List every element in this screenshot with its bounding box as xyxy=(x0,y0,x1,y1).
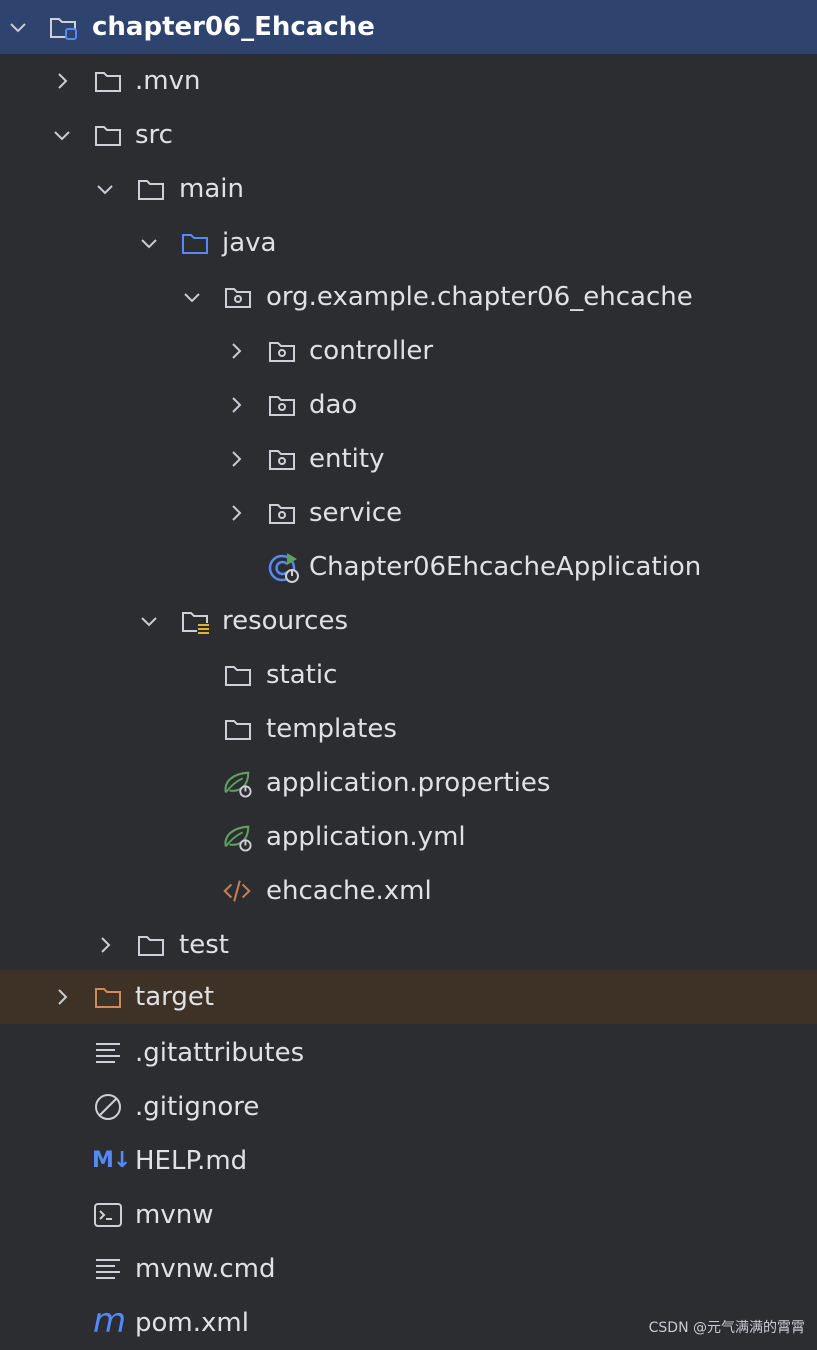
folder-icon xyxy=(138,936,164,956)
package-icon xyxy=(269,396,295,416)
tree-item-label: mvnw.cmd xyxy=(135,1254,276,1284)
tree-item-label: controller xyxy=(309,336,434,366)
chevron-down-icon[interactable] xyxy=(52,125,72,145)
text-file-icon xyxy=(96,1259,120,1279)
tree-item-static[interactable]: static xyxy=(0,648,817,702)
tree-item-label: .gitignore xyxy=(135,1092,260,1122)
tree-item-application-properties[interactable]: application.properties xyxy=(0,756,817,810)
tree-item-java[interactable]: java xyxy=(0,216,817,270)
excluded-folder-icon xyxy=(95,988,121,1008)
spring-config-icon xyxy=(224,825,252,852)
tree-item-package-root[interactable]: org.example.chapter06_ehcache xyxy=(0,270,817,324)
tree-item-label: HELP.md xyxy=(135,1146,248,1176)
tree-item-dao[interactable]: dao xyxy=(0,378,817,432)
folder-icon xyxy=(95,126,121,146)
tree-item-label: pom.xml xyxy=(135,1308,249,1338)
tree-item-test[interactable]: test xyxy=(0,918,817,972)
folder-icon xyxy=(138,180,164,200)
tree-item-label: org.example.chapter06_ehcache xyxy=(266,282,693,312)
resources-folder-icon xyxy=(182,612,209,634)
tree-item-label: target xyxy=(135,982,215,1012)
tree-item-label: static xyxy=(266,660,338,690)
tree-item-gitattributes[interactable]: .gitattributes xyxy=(0,1026,817,1080)
tree-item-label: service xyxy=(309,498,403,528)
folder-icon xyxy=(225,666,251,686)
tree-item-application-class[interactable]: Chapter06EhcacheApplication xyxy=(0,540,817,594)
package-icon xyxy=(269,342,295,362)
markdown-icon: M↓ xyxy=(92,1148,131,1173)
tree-item-root[interactable]: chapter06_Ehcache xyxy=(0,0,817,54)
tree-item-label: .mvn xyxy=(135,66,201,96)
tree-item-label: application.properties xyxy=(266,768,551,798)
package-icon xyxy=(225,288,251,308)
tree-item-label: main xyxy=(179,174,244,204)
tree-item-controller[interactable]: controller xyxy=(0,324,817,378)
tree-item-src[interactable]: src xyxy=(0,108,817,162)
tree-item-templates[interactable]: templates xyxy=(0,702,817,756)
chevron-right-icon[interactable] xyxy=(52,987,72,1007)
tree-item-target[interactable]: target xyxy=(0,970,817,1024)
chevron-down-icon[interactable] xyxy=(95,179,115,199)
chevron-right-icon[interactable] xyxy=(95,935,115,955)
chevron-down-icon[interactable] xyxy=(139,233,159,253)
tree-item-mvnw-cmd[interactable]: mvnw.cmd xyxy=(0,1242,817,1296)
maven-icon: m xyxy=(93,1301,127,1341)
tree-item-label: entity xyxy=(309,444,385,474)
chevron-right-icon[interactable] xyxy=(226,341,246,361)
tree-item-application-yml[interactable]: application.yml xyxy=(0,810,817,864)
module-folder-icon xyxy=(50,18,77,40)
tree-item-label: templates xyxy=(266,714,397,744)
text-file-icon xyxy=(96,1043,120,1063)
folder-icon xyxy=(95,72,121,92)
tree-item-mvnw[interactable]: mvnw xyxy=(0,1188,817,1242)
package-icon xyxy=(269,504,295,524)
shell-script-icon xyxy=(94,1203,122,1227)
tree-item-label: java xyxy=(222,228,277,258)
spring-boot-app-icon xyxy=(268,553,299,583)
chevron-right-icon[interactable] xyxy=(52,71,72,91)
watermark: CSDN @元气满满的霄霄 xyxy=(648,1320,805,1336)
tree-item-label: chapter06_Ehcache xyxy=(92,12,375,42)
chevron-right-icon[interactable] xyxy=(226,449,246,469)
tree-item-label: src xyxy=(135,120,173,150)
chevron-down-icon[interactable] xyxy=(139,611,159,631)
tree-item-label: application.yml xyxy=(266,822,466,852)
xml-icon xyxy=(223,880,251,902)
tree-item-label: Chapter06EhcacheApplication xyxy=(309,552,702,582)
tree-item-help-md[interactable]: M↓ HELP.md xyxy=(0,1134,817,1188)
spring-config-icon xyxy=(224,771,252,798)
tree-item-label: mvnw xyxy=(135,1200,214,1230)
chevron-right-icon[interactable] xyxy=(226,395,246,415)
tree-item-ehcache-xml[interactable]: ehcache.xml xyxy=(0,864,817,918)
tree-item-label: test xyxy=(179,930,229,960)
tree-item-entity[interactable]: entity xyxy=(0,432,817,486)
tree-item-service[interactable]: service xyxy=(0,486,817,540)
chevron-down-icon[interactable] xyxy=(8,17,28,37)
tree-item-label: dao xyxy=(309,390,358,420)
chevron-down-icon[interactable] xyxy=(182,287,202,307)
ignore-file-icon xyxy=(95,1094,121,1120)
source-folder-icon xyxy=(182,234,208,254)
tree-item-label: .gitattributes xyxy=(135,1038,305,1068)
tree-item-label: resources xyxy=(222,606,349,636)
tree-item-gitignore[interactable]: .gitignore xyxy=(0,1080,817,1134)
folder-icon xyxy=(225,720,251,740)
chevron-right-icon[interactable] xyxy=(226,503,246,523)
tree-item-main[interactable]: main xyxy=(0,162,817,216)
tree-item-label: ehcache.xml xyxy=(266,876,432,906)
tree-item-mvn[interactable]: .mvn xyxy=(0,54,817,108)
package-icon xyxy=(269,450,295,470)
tree-item-resources[interactable]: resources xyxy=(0,594,817,648)
